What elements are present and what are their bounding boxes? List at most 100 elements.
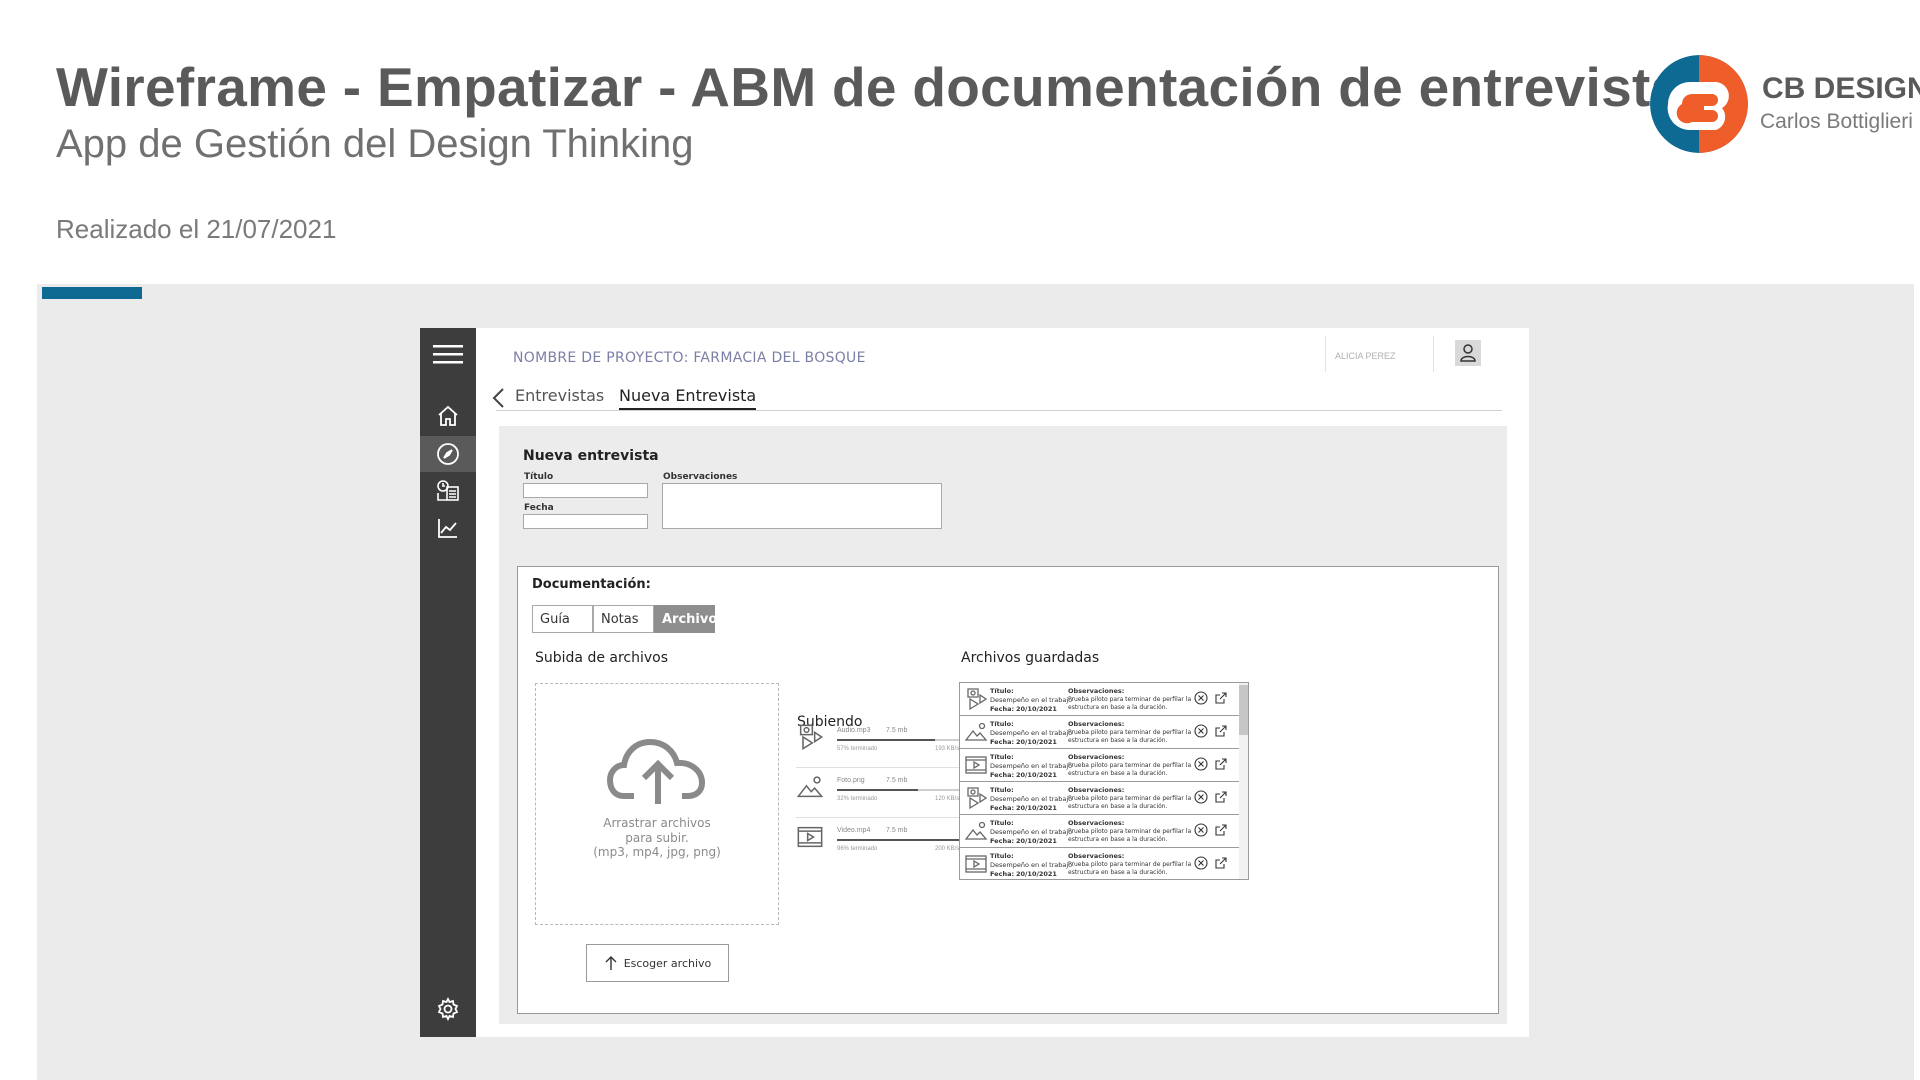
documentacion-box: Documentación: Guía Notas Archivos Subid… (517, 566, 1499, 1014)
brand-name: CB DESIGN (1762, 72, 1920, 105)
saved-file-row[interactable]: Título: Desempeño en el trabajo Fecha: 20/1… (960, 782, 1240, 815)
saved-date-value: 20/10/2021 (1016, 738, 1057, 746)
audio-icon (796, 723, 824, 751)
saved-obs-label: Observaciones: (1068, 819, 1125, 827)
brand-person: Carlos Bottiglieri (1760, 110, 1913, 133)
open-file-icon[interactable] (1214, 790, 1228, 804)
open-file-icon[interactable] (1214, 724, 1228, 738)
back-chevron-icon[interactable] (490, 386, 508, 410)
upload-file-size: 7.5 mb (886, 827, 908, 834)
page-date: Realizado el 21/07/2021 (56, 214, 337, 244)
user-name: ALICIA PEREZ (1335, 351, 1396, 361)
open-file-icon[interactable] (1214, 757, 1228, 771)
saved-date-label: Fecha: (990, 738, 1015, 746)
saved-title-value: Desempeño en el trabajo (990, 861, 1073, 869)
delete-file-icon[interactable] (1194, 691, 1208, 705)
saved-title-value: Desempeño en el trabajo (990, 729, 1073, 737)
saved-obs-label: Observaciones: (1068, 786, 1125, 794)
upload-progress-fill (837, 739, 935, 741)
sidebar-item-settings[interactable] (420, 991, 476, 1027)
scrollbar[interactable] (1239, 683, 1248, 879)
choose-file-button[interactable]: Escoger archivo (586, 944, 729, 982)
divider (1325, 336, 1326, 372)
brand-logo (1650, 55, 1748, 153)
breadcrumb-nueva-entrevista[interactable]: Nueva Entrevista (619, 386, 757, 410)
fecha-label: Fecha (524, 503, 554, 513)
video-icon (796, 823, 824, 851)
upload-progress-fill (837, 789, 918, 791)
saved-file-row[interactable]: Título: Desempeño en el trabajo Fecha: 20/1… (960, 848, 1240, 879)
sidebar-item-calendar[interactable] (420, 473, 476, 509)
delete-file-icon[interactable] (1194, 823, 1208, 837)
saved-date-label: Fecha: (990, 804, 1015, 812)
user-icon (1460, 344, 1476, 362)
upload-heading: Subida de archivos (535, 650, 669, 666)
project-name: NOMBRE DE PROYECTO: FARMACIA DEL BOSQUE (513, 350, 866, 366)
menu-button[interactable] (420, 336, 476, 372)
delete-file-icon[interactable] (1194, 757, 1208, 771)
saved-date-value: 20/10/2021 (1016, 705, 1057, 713)
tab-guia[interactable]: Guía (532, 605, 593, 633)
upload-file-name: Foto.png (837, 777, 865, 784)
saved-date-value: 20/10/2021 (1016, 804, 1057, 812)
saved-obs-line-2: estructura en base a la duración. (1068, 704, 1168, 711)
titulo-label: Título (524, 472, 554, 482)
page-subtitle: App de Gestión del Design Thinking (56, 122, 694, 166)
saved-file-row[interactable]: Título: Desempeño en el trabajo Fecha: 20/1… (960, 716, 1240, 749)
scrollbar-thumb[interactable] (1239, 685, 1248, 735)
observaciones-label: Observaciones (663, 472, 738, 482)
sidebar-item-explore[interactable] (420, 436, 476, 472)
saved-title-label: Título: (990, 687, 1014, 695)
saved-obs-line-1: Prueba piloto para terminar de perfilar … (1068, 795, 1192, 802)
open-file-icon[interactable] (1214, 856, 1228, 870)
upload-file-name: Video.mp4 (837, 827, 871, 834)
saved-title-value: Desempeño en el trabajo (990, 696, 1073, 704)
saved-obs-line-1: Prueba piloto para terminar de perfilar … (1068, 861, 1192, 868)
delete-file-icon[interactable] (1194, 724, 1208, 738)
fecha-input[interactable] (523, 514, 648, 529)
file-dropzone[interactable]: Arrastrar archivos para subir. (mp3, mp4… (535, 683, 779, 925)
observaciones-textarea[interactable] (662, 483, 942, 529)
saved-title-value: Desempeño en el trabajo (990, 795, 1073, 803)
delete-file-icon[interactable] (1194, 856, 1208, 870)
saved-obs-label: Observaciones: (1068, 753, 1125, 761)
saved-file-row[interactable]: Título: Desempeño en el trabajo Fecha: 20/1… (960, 815, 1240, 848)
tab-archivos[interactable]: Archivos (654, 605, 725, 633)
saved-title-label: Título: (990, 852, 1014, 860)
sidebar-item-analytics[interactable] (420, 510, 476, 546)
saved-date-value: 20/10/2021 (1016, 771, 1057, 779)
upload-progress-bar (837, 789, 967, 791)
audio-icon (964, 786, 988, 810)
cloud-upload-icon (606, 738, 706, 804)
saved-obs-line-1: Prueba piloto para terminar de perfilar … (1068, 729, 1192, 736)
sidebar-item-home[interactable] (420, 398, 476, 434)
chart-icon (438, 519, 457, 538)
upload-status: 96% terminado (837, 846, 878, 852)
saved-file-row[interactable]: Título: Desempeño en el trabajo Fecha: 20/1… (960, 683, 1240, 716)
saved-obs-line-1: Prueba piloto para terminar de perfilar … (1068, 828, 1192, 835)
image-icon (796, 773, 824, 801)
titulo-input[interactable] (523, 483, 648, 498)
breadcrumb-entrevistas[interactable]: Entrevistas (515, 386, 604, 405)
upload-progress-bar (837, 839, 967, 841)
tab-notas[interactable]: Notas (593, 605, 654, 633)
open-file-icon[interactable] (1214, 691, 1228, 705)
saved-file-row[interactable]: Título: Desempeño en el trabajo Fecha: 20/1… (960, 749, 1240, 782)
saved-obs-line-1: Prueba piloto para terminar de perfilar … (1068, 762, 1192, 769)
home-icon (438, 405, 458, 426)
open-file-icon[interactable] (1214, 823, 1228, 837)
saved-date-label: Fecha: (990, 771, 1015, 779)
saved-obs-line-2: estructura en base a la duración. (1068, 869, 1168, 876)
delete-file-icon[interactable] (1194, 790, 1208, 804)
upload-file-size: 7.5 mb (886, 727, 908, 734)
accent-bar (42, 287, 142, 299)
menu-icon (433, 345, 463, 364)
saved-title-value: Desempeño en el trabajo (990, 762, 1073, 770)
image-icon (964, 819, 988, 843)
saved-obs-line-2: estructura en base a la duración. (1068, 836, 1168, 843)
settings-icon (437, 997, 459, 1021)
user-avatar[interactable] (1455, 340, 1481, 366)
saved-date-value: 20/10/2021 (1016, 870, 1057, 878)
documentacion-label: Documentación: (532, 577, 651, 592)
upload-progress-fill (837, 839, 967, 841)
